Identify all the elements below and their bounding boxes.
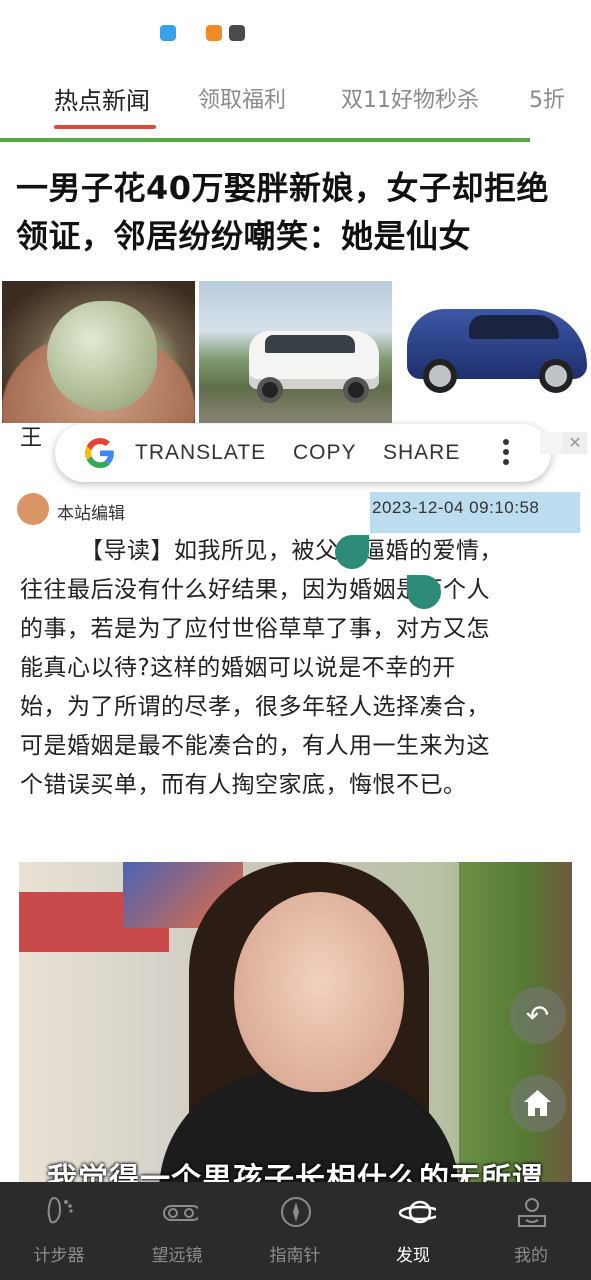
undo-arrow-icon: ↶ bbox=[525, 999, 550, 1032]
share-button[interactable]: SHARE bbox=[383, 441, 460, 465]
game-app-notification-icon bbox=[229, 25, 245, 41]
suv-wheel bbox=[257, 377, 283, 403]
article-line: 往往最后没有什么好结果，因为婚姻是两个人 bbox=[20, 577, 490, 603]
tab-double11[interactable]: 双11好物秒杀 bbox=[341, 82, 479, 114]
coupe-thumbnail[interactable] bbox=[399, 281, 591, 423]
compass-icon bbox=[281, 1197, 311, 1227]
suv-thumbnail[interactable] bbox=[199, 281, 392, 423]
article-line: 始，为了所谓的尽孝，很多年轻人选择凑合， bbox=[20, 694, 490, 720]
article-line: 的事，若是为了应付世俗草草了事，对方又怎 bbox=[20, 616, 490, 642]
more-options-icon[interactable] bbox=[499, 437, 513, 469]
translate-button[interactable]: TRANSLATE bbox=[135, 441, 266, 465]
jade-thumbnail[interactable] bbox=[2, 281, 195, 423]
article-line: 【导读】如我所见，被父母逼婚的爱情， bbox=[18, 532, 576, 574]
nav-telescope[interactable]: 望远镜 bbox=[118, 1182, 236, 1280]
nav-pedometer[interactable]: 计步器 bbox=[0, 1182, 118, 1280]
article-line: 能真心以待?这样的婚姻可以说是不幸的开 bbox=[20, 655, 456, 681]
tab-hot-news[interactable]: 热点新闻 bbox=[54, 81, 150, 116]
tab-discount[interactable]: 5折 bbox=[529, 82, 565, 114]
nav-label: 计步器 bbox=[33, 1246, 85, 1266]
back-float-button[interactable]: ↶ bbox=[509, 987, 566, 1044]
timestamp-text: 2023-12-04 09:10:58 bbox=[372, 498, 540, 517]
copy-button[interactable]: COPY bbox=[293, 441, 357, 465]
coupe-wheel bbox=[423, 359, 457, 393]
binoculars-icon bbox=[163, 1205, 198, 1221]
coupe-wheel bbox=[539, 359, 573, 393]
ad-close-icon[interactable]: ✕ bbox=[563, 432, 587, 454]
nav-label: 指南针 bbox=[269, 1246, 321, 1266]
selection-start-handle[interactable] bbox=[335, 535, 369, 569]
google-logo-icon bbox=[85, 438, 114, 468]
publish-timestamp: 2023-12-04 09:10:58 bbox=[370, 492, 580, 533]
obscured-text: 王 bbox=[20, 426, 43, 451]
selection-end-handle[interactable] bbox=[407, 575, 441, 609]
app-notification-icon bbox=[160, 25, 176, 41]
author-name: 本站编辑 bbox=[57, 504, 125, 524]
article-photo[interactable]: 我觉得一个男孩子长相什么的无所谓 bbox=[19, 862, 572, 1182]
article-body: 【导读】如我所见，被父母逼婚的爱情， 往往最后没有什么好结果，因为婚姻是两个人 … bbox=[18, 532, 576, 805]
category-tabs: 热点新闻 领取福利 双11好物秒杀 5折 bbox=[0, 64, 591, 138]
tab-benefits[interactable]: 领取福利 bbox=[198, 82, 286, 114]
article-line: 可是婚姻是最不能凑合的，有人用一生来为这 bbox=[20, 733, 490, 759]
nav-profile[interactable]: 我的 bbox=[472, 1182, 590, 1280]
footprint-icon bbox=[47, 1196, 73, 1224]
nav-label: 我的 bbox=[514, 1246, 548, 1266]
home-icon bbox=[524, 1090, 551, 1116]
planet-icon bbox=[398, 1200, 436, 1224]
suv-window bbox=[265, 335, 355, 353]
home-float-button[interactable] bbox=[509, 1075, 566, 1132]
novel-app-notification-icon bbox=[206, 25, 222, 41]
profile-icon bbox=[518, 1198, 546, 1227]
article-line-text: 【导读】如我所见，被父母逼婚的爱情， bbox=[80, 538, 503, 564]
article-headline: 一男子花40万娶胖新娘，女子却拒绝领证，邻居纷纷嘲笑：她是仙女 bbox=[16, 169, 550, 255]
active-tab-indicator bbox=[54, 125, 156, 129]
bottom-navigation: 计步器 望远镜 指南针 发现 我的 bbox=[0, 1182, 591, 1280]
nav-discover[interactable]: 发现 bbox=[354, 1182, 472, 1280]
coupe-window bbox=[469, 315, 559, 339]
suv-wheel bbox=[343, 377, 369, 403]
jade-stone-shape bbox=[47, 301, 157, 411]
article-line: 个错误买单，而有人掏空家底，悔恨不已。 bbox=[20, 772, 467, 798]
text-selection-toolbar: TRANSLATE COPY SHARE bbox=[55, 424, 551, 482]
author-avatar[interactable] bbox=[17, 493, 49, 525]
status-bar bbox=[0, 0, 591, 64]
ad-close-strip bbox=[540, 432, 564, 454]
nav-label: 望远镜 bbox=[151, 1246, 203, 1266]
video-subtitle: 我觉得一个男孩子长相什么的无所谓 bbox=[47, 1162, 543, 1182]
person-face bbox=[234, 892, 404, 1092]
nav-compass[interactable]: 指南针 bbox=[236, 1182, 354, 1280]
nav-label: 发现 bbox=[396, 1246, 430, 1266]
divider bbox=[0, 138, 530, 142]
